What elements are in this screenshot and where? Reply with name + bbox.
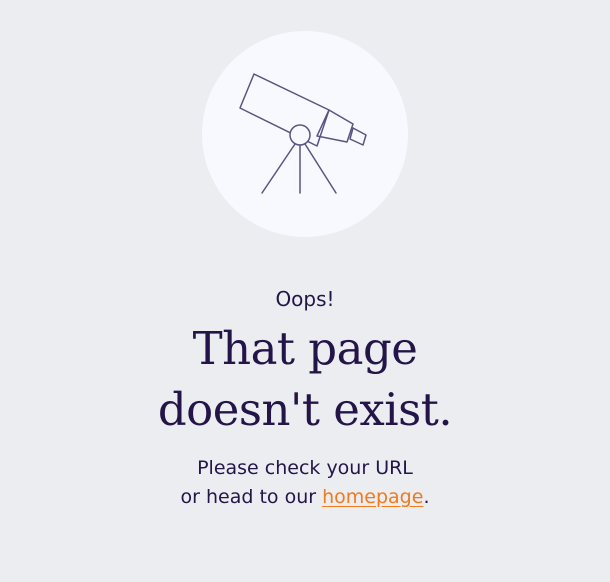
- message-prefix: or head to our: [180, 486, 323, 508]
- error-kicker: Oops!: [275, 287, 335, 311]
- not-found-page: Oops! That page doesn't exist. Please ch…: [0, 0, 610, 582]
- message-suffix: .: [423, 486, 430, 508]
- page-title: That page doesn't exist.: [0, 318, 610, 440]
- message-line-1: Please check your URL: [197, 457, 413, 479]
- headline-line-2: doesn't exist.: [157, 383, 453, 436]
- telescope-illustration: [202, 31, 408, 237]
- telescope-icon: [239, 73, 367, 194]
- headline-line-1: That page: [192, 322, 418, 375]
- homepage-link[interactable]: homepage: [322, 486, 423, 508]
- message-line-2: or head to our homepage.: [0, 483, 610, 512]
- error-message: Please check your URL or head to our hom…: [0, 454, 610, 512]
